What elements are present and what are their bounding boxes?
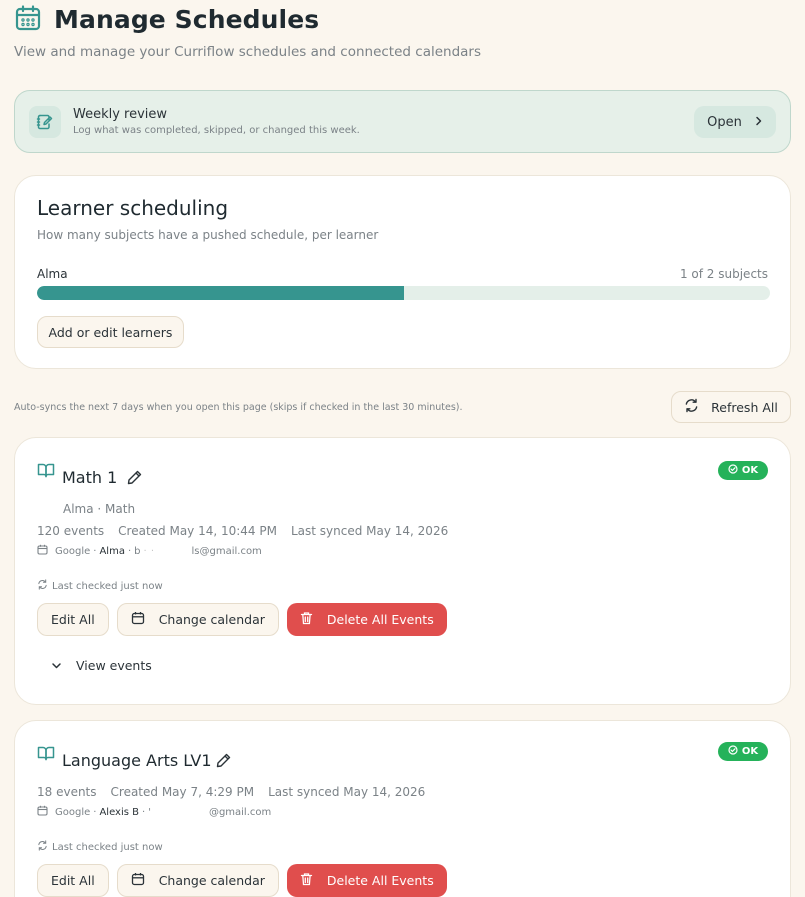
pencil-icon[interactable] xyxy=(127,470,142,489)
created-date: Created May 7, 4:29 PM xyxy=(110,785,255,799)
learner-scheduling-title: Learner scheduling xyxy=(37,196,229,220)
calendar-email-prefix: b xyxy=(134,545,141,557)
calendar-account: Alexis B xyxy=(99,806,139,818)
delete-all-events-button[interactable]: Delete All Events xyxy=(286,864,447,897)
calendar-email: @gmail.com xyxy=(208,806,272,818)
status-label: OK xyxy=(741,746,759,757)
learner-name: Alma xyxy=(37,267,68,281)
calendar-provider: Google xyxy=(55,545,91,557)
schedule-card: Language Arts LV1 OK 18 events Created M… xyxy=(14,720,791,897)
schedule-stats: 18 events Created May 7, 4:29 PM Last sy… xyxy=(37,785,425,799)
learner-scheduling-subtitle: How many subjects have a pushed schedule… xyxy=(37,228,379,242)
trash-icon xyxy=(300,872,313,889)
schedule-actions: Edit All Change calendar Delete All Even… xyxy=(37,864,447,897)
page-header: Manage Schedules View and manage your Cu… xyxy=(14,2,482,61)
view-events-toggle[interactable]: View events xyxy=(51,658,152,673)
last-checked: Last checked just now xyxy=(37,840,163,854)
schedule-meta: Alma · Math xyxy=(63,502,136,516)
last-synced: Last synced May 14, 2026 xyxy=(290,524,449,538)
add-edit-learners-button[interactable]: Add or edit learners xyxy=(37,316,184,348)
schedule-actions: Edit All Change calendar Delete All Even… xyxy=(37,603,447,636)
calendar-icon xyxy=(131,611,145,628)
small-calendar-icon xyxy=(37,544,48,558)
schedule-stats: 120 events Created May 14, 10:44 PM Last… xyxy=(37,524,448,538)
created-date: Created May 14, 10:44 PM xyxy=(118,524,277,538)
change-calendar-button[interactable]: Change calendar xyxy=(116,864,279,897)
refresh-all-label: Refresh All xyxy=(711,399,778,415)
delete-all-events-label: Delete All Events xyxy=(326,873,434,888)
calendar-email: ls@gmail.com xyxy=(191,545,262,557)
last-checked-label: Last checked just now xyxy=(52,580,163,592)
weekly-review-icon xyxy=(29,106,61,138)
delete-all-events-button[interactable]: Delete All Events xyxy=(286,603,447,636)
small-calendar-icon xyxy=(37,805,48,819)
sync-icon xyxy=(37,840,48,854)
calendar-email-prefix: ' xyxy=(148,806,151,818)
status-badge: OK xyxy=(718,461,768,480)
schedule-title: Math 1 xyxy=(62,468,118,487)
pencil-icon[interactable] xyxy=(216,753,231,772)
last-checked-label: Last checked just now xyxy=(52,841,163,853)
event-count: 18 events xyxy=(37,785,97,799)
sync-icon xyxy=(37,579,48,593)
chevron-right-icon xyxy=(754,115,763,130)
view-events-label: View events xyxy=(76,658,152,673)
chevron-down-icon xyxy=(51,658,62,673)
schedule-title: Language Arts LV1 xyxy=(62,751,212,770)
trash-icon xyxy=(300,611,313,628)
schedule-card: Math 1 OK Alma · Math 120 events Created… xyxy=(14,437,791,705)
check-circle-icon xyxy=(728,745,738,758)
last-checked: Last checked just now xyxy=(37,579,163,593)
delete-all-events-label: Delete All Events xyxy=(326,612,434,627)
calendar-account: Alma xyxy=(99,545,125,557)
calendar-connection: Google · Alexis B · ' @gmail.com xyxy=(37,805,271,819)
learner-progress-fill xyxy=(37,286,404,300)
page-subtitle: View and manage your Curriflow schedules… xyxy=(14,44,482,60)
weekly-review-open-button[interactable]: Open xyxy=(694,106,776,138)
status-label: OK xyxy=(741,465,759,476)
weekly-review-title: Weekly review xyxy=(73,107,168,122)
learner-progress-bar xyxy=(37,286,770,300)
status-badge: OK xyxy=(718,742,768,761)
event-count: 120 events xyxy=(37,524,105,538)
weekly-review-banner: Weekly review Log what was completed, sk… xyxy=(14,90,791,153)
weekly-review-subtitle: Log what was completed, skipped, or chan… xyxy=(73,125,360,136)
book-icon xyxy=(37,462,55,483)
last-synced: Last synced May 14, 2026 xyxy=(268,785,426,799)
learner-subject-count: 1 of 2 subjects xyxy=(679,267,768,281)
refresh-icon xyxy=(684,398,699,416)
calendar-icon xyxy=(131,872,145,889)
open-label: Open xyxy=(707,114,742,130)
learner-scheduling-card: Learner scheduling How many subjects hav… xyxy=(14,175,791,369)
calendar-provider: Google xyxy=(55,806,91,818)
book-icon xyxy=(37,745,55,766)
change-calendar-label: Change calendar xyxy=(158,612,265,627)
change-calendar-label: Change calendar xyxy=(158,873,265,888)
change-calendar-button[interactable]: Change calendar xyxy=(116,603,279,636)
refresh-all-button[interactable]: Refresh All xyxy=(671,391,791,423)
page-title: Manage Schedules xyxy=(54,4,320,34)
edit-all-button[interactable]: Edit All xyxy=(37,864,109,897)
edit-all-button[interactable]: Edit All xyxy=(37,603,109,636)
calendar-icon xyxy=(14,2,54,36)
autosync-note: Auto-syncs the next 7 days when you open… xyxy=(14,402,463,413)
calendar-connection: Google · Alma · b · · ls@gmail.com xyxy=(37,544,262,558)
check-circle-icon xyxy=(728,464,738,477)
